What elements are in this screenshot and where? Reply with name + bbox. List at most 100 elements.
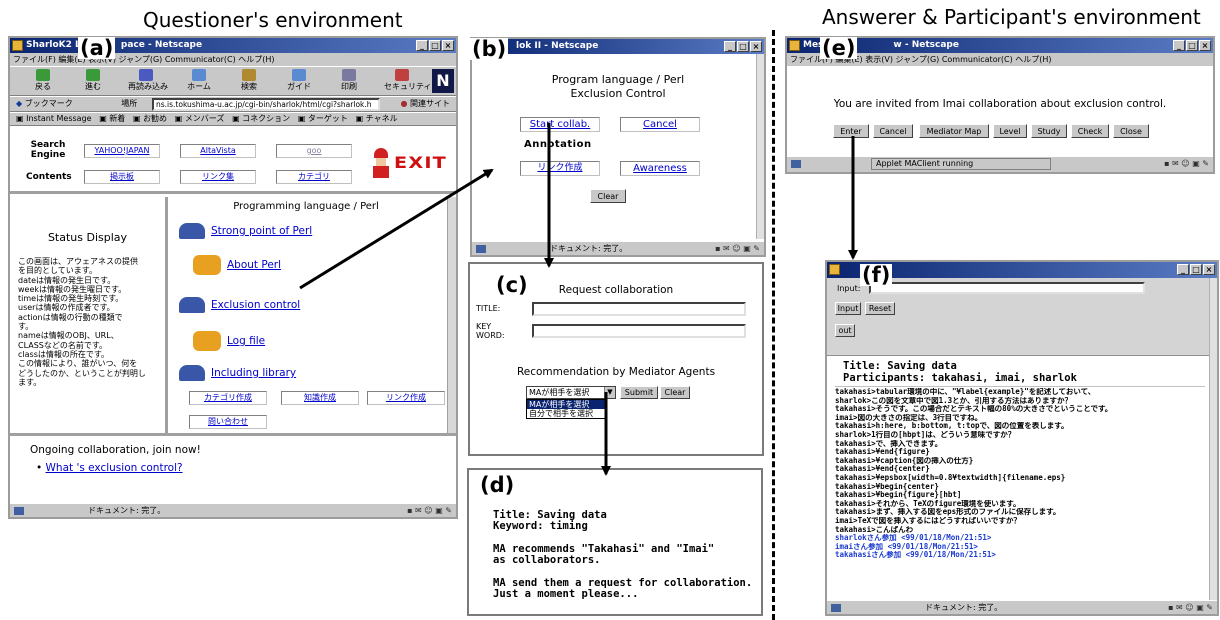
inquiry-button[interactable]: 問い合わせ bbox=[189, 415, 267, 429]
minimize-icon[interactable]: _ bbox=[1173, 40, 1185, 51]
netscape-app-icon bbox=[12, 40, 23, 51]
netscape-logo: N bbox=[432, 69, 454, 93]
netscape-app-icon bbox=[789, 40, 800, 51]
create-link-button[interactable]: リンク作成 bbox=[367, 391, 445, 405]
keyword-input[interactable] bbox=[532, 324, 746, 338]
toolbar-home[interactable]: ホーム bbox=[184, 69, 214, 92]
search-goo-button[interactable]: goo bbox=[276, 144, 352, 158]
search-altavista-button[interactable]: AltaVista bbox=[180, 144, 256, 158]
join-line: sharlokさん参加 <99/01/18/Mon/21:51> bbox=[835, 534, 992, 543]
cancel-button[interactable]: Cancel bbox=[873, 124, 913, 138]
window-b-titlebar[interactable]: lok II - Netscape _ □ × bbox=[472, 39, 764, 54]
level-button[interactable]: Level bbox=[993, 124, 1027, 138]
personal-toolbar: ▣ Instant Message ▣ 新着 ▣ お勧め ▣ メンバーズ ▣ コ… bbox=[10, 112, 456, 126]
topic-log-file[interactable]: Log file bbox=[193, 331, 265, 351]
topic-including-library[interactable]: Including library bbox=[179, 365, 296, 381]
message-input[interactable] bbox=[869, 282, 1145, 294]
close-icon[interactable]: × bbox=[750, 41, 762, 52]
create-knowledge-button[interactable]: 知識作成 bbox=[281, 391, 359, 405]
chat-line: takahasi>¥epsbox[width=0.8¥textwidth]{fi… bbox=[835, 473, 1066, 482]
back-icon bbox=[36, 69, 50, 81]
awareness-button[interactable]: Awareness bbox=[620, 161, 700, 176]
window-controls: _ □ × bbox=[1173, 40, 1211, 51]
toolbar-back[interactable]: 戻る bbox=[28, 69, 58, 92]
submit-button[interactable]: Submit bbox=[620, 386, 658, 399]
create-link-button[interactable]: リンク作成 bbox=[520, 161, 600, 176]
chat-line: sharlok>1行目の[hbpt]は、どういう意味ですか？ bbox=[835, 430, 1016, 439]
maximize-icon[interactable]: □ bbox=[429, 40, 441, 51]
topic-exclusion-control[interactable]: Exclusion control bbox=[179, 297, 300, 313]
window-a-menubar[interactable]: ファイル(F) 編集(E) 表示(V) ジャンプ(G) Communicator… bbox=[10, 53, 456, 66]
search-yahoo-button[interactable]: YAHOO!JAPAN bbox=[84, 144, 160, 158]
personal-item-recommend[interactable]: ▣ お勧め bbox=[133, 114, 167, 123]
input-button[interactable]: Input bbox=[835, 302, 861, 315]
cancel-link-button[interactable]: Cancel bbox=[620, 117, 700, 132]
contents-category-button[interactable]: カテゴリ bbox=[276, 170, 352, 184]
reset-button[interactable]: Reset bbox=[865, 302, 895, 315]
people-icon bbox=[193, 331, 221, 351]
start-collab-button[interactable]: Start collab. bbox=[520, 117, 600, 132]
label-b: (b) bbox=[470, 37, 509, 61]
window-a-titlebar[interactable]: SharloK2 Le pace - Netscape _ □ × bbox=[10, 38, 456, 53]
personal-item-connection[interactable]: ▣ コネクション bbox=[232, 114, 290, 123]
clear-button[interactable]: Clear bbox=[660, 386, 690, 399]
exit-button[interactable]: EXIT bbox=[366, 148, 452, 180]
contents-bbs-button[interactable]: 掲示板 bbox=[84, 170, 160, 184]
personal-item-channel[interactable]: ▣ チャネル bbox=[356, 114, 398, 123]
personal-item-instant-message[interactable]: ▣ Instant Message bbox=[16, 114, 92, 123]
topic-about-perl[interactable]: About Perl bbox=[193, 255, 281, 275]
check-button[interactable]: Check bbox=[1071, 124, 1109, 138]
status-display-text: この画面は、アウェアネスの提供 を目的としています。 dateは情報の発生日です。 w… bbox=[18, 257, 146, 387]
security-lock-icon bbox=[831, 603, 841, 612]
mediator-map-button[interactable]: Mediator Map bbox=[919, 124, 989, 138]
minimize-icon[interactable]: _ bbox=[416, 40, 428, 51]
close-icon[interactable]: × bbox=[1199, 40, 1211, 51]
personal-item-members[interactable]: ▣ メンバーズ bbox=[175, 114, 225, 123]
topic-scrollbar[interactable] bbox=[447, 197, 456, 433]
toolbar-reload[interactable]: 再読み込み bbox=[128, 69, 168, 92]
close-icon[interactable]: × bbox=[1203, 264, 1215, 275]
toolbar-forward[interactable]: 進む bbox=[78, 69, 108, 92]
minimize-icon[interactable]: _ bbox=[1177, 264, 1189, 275]
option-self-select[interactable]: 自分で相手を選択 bbox=[527, 409, 605, 418]
maximize-icon[interactable]: □ bbox=[1186, 40, 1198, 51]
title-input[interactable] bbox=[532, 302, 746, 316]
contents-links-button[interactable]: リンク集 bbox=[180, 170, 256, 184]
toolbar-print[interactable]: 印刷 bbox=[334, 69, 364, 92]
create-category-button[interactable]: カテゴリ作成 bbox=[189, 391, 267, 405]
minimize-icon[interactable]: _ bbox=[724, 41, 736, 52]
component-bar-icons[interactable]: ▪ ✉ ☺ ▣ ✎ bbox=[715, 242, 760, 255]
annotation-label[interactable]: Annotation bbox=[524, 139, 592, 150]
study-button[interactable]: Study bbox=[1031, 124, 1067, 138]
people-icon bbox=[193, 255, 221, 275]
toolbar-security[interactable]: セキュリティ bbox=[384, 69, 432, 92]
topic-strong-point[interactable]: Strong point of Perl bbox=[179, 223, 312, 239]
component-bar-icons[interactable]: ▪ ✉ ☺ ▣ ✎ bbox=[1164, 157, 1209, 170]
maximize-icon[interactable]: □ bbox=[737, 41, 749, 52]
close-button[interactable]: Close bbox=[1113, 124, 1149, 138]
component-bar-icons[interactable]: ▪ ✉ ☺ ▣ ✎ bbox=[407, 504, 452, 517]
bookmark-icon[interactable]: ◆ bbox=[16, 99, 22, 108]
chat-scrollbar[interactable] bbox=[1209, 278, 1217, 600]
chat-line: takahasi>¥begin{center} bbox=[835, 482, 939, 491]
url-field[interactable]: ns.is.tokushima-u.ac.jp/cgi-bin/sharlok/… bbox=[152, 98, 380, 111]
ongoing-link[interactable]: • What 's exclusion control? bbox=[36, 462, 183, 474]
toolbar-search[interactable]: 検索 bbox=[234, 69, 264, 92]
book-icon bbox=[179, 297, 205, 313]
close-icon[interactable]: × bbox=[442, 40, 454, 51]
guide-icon bbox=[292, 69, 306, 81]
component-bar-icons[interactable]: ▪ ✉ ☺ ▣ ✎ bbox=[1168, 601, 1213, 614]
enter-button[interactable]: Enter bbox=[833, 124, 869, 138]
mediator-select[interactable]: MAが相手を選択 ▼ bbox=[526, 386, 616, 399]
option-ma-select[interactable]: MAが相手を選択 bbox=[527, 400, 605, 409]
environment-divider bbox=[772, 30, 775, 620]
toolbar-guide[interactable]: ガイド bbox=[284, 69, 314, 92]
clear-button[interactable]: Clear bbox=[590, 189, 626, 203]
out-button[interactable]: out bbox=[835, 324, 855, 337]
maximize-icon[interactable]: □ bbox=[1190, 264, 1202, 275]
chat-line: takahasi>¥end{figure} bbox=[835, 448, 930, 457]
related-sites[interactable]: ● 関連サイト bbox=[400, 97, 450, 111]
personal-item-new[interactable]: ▣ 新着 bbox=[99, 114, 125, 123]
personal-item-target[interactable]: ▣ ターゲット bbox=[298, 114, 348, 123]
window-b-scrollbar[interactable] bbox=[756, 54, 764, 239]
